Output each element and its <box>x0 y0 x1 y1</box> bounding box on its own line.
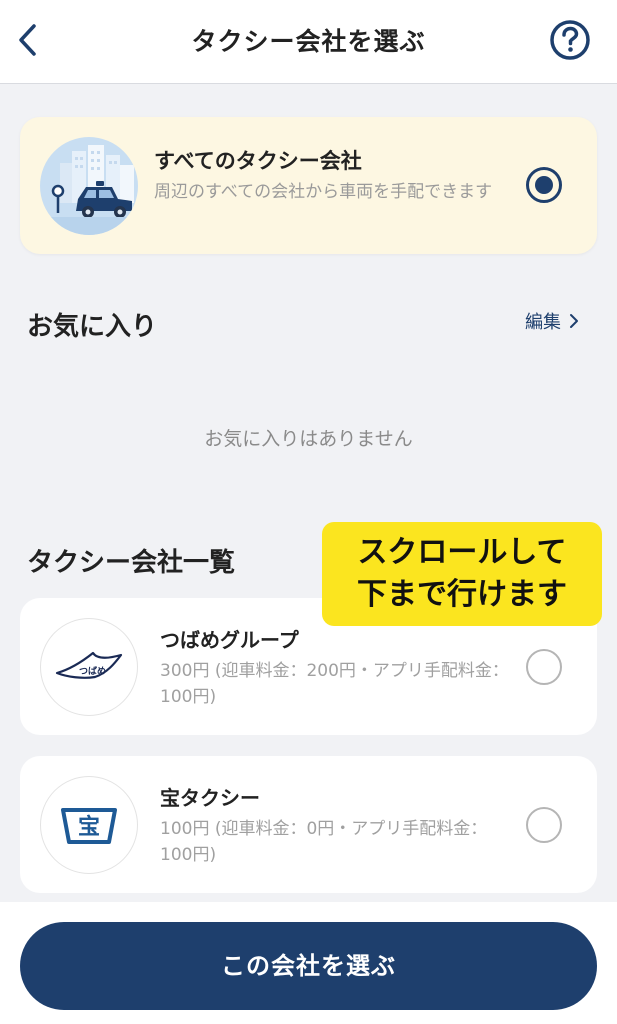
company-name: 宝タクシー <box>160 786 260 810</box>
favorites-section-title: お気に入り <box>27 312 158 342</box>
question-circle-icon <box>550 20 590 60</box>
company-price: 300円 (迎車料金：200円・アプリ手配料金：100円) <box>160 661 509 707</box>
edit-label: 編集 <box>525 312 561 333</box>
edit-favorites-link[interactable]: 編集 <box>525 308 579 334</box>
company-list-title: タクシー会社一覧 <box>27 548 236 578</box>
tsubame-logo-text: つばめ <box>79 665 106 677</box>
company-name: つばめグループ <box>160 628 299 652</box>
all-companies-title: すべてのタクシー会社 <box>154 149 362 173</box>
select-company-button[interactable]: この会社を選ぶ <box>20 922 597 1010</box>
radio-selected-dot <box>535 176 553 194</box>
header-bar: タクシー会社を選ぶ <box>0 0 617 84</box>
takara-logo: 宝 <box>40 776 138 874</box>
scroll-hint-note: スクロールして 下まで行けます <box>322 522 602 626</box>
company-radio[interactable] <box>526 807 562 843</box>
tsubame-logo: つばめ <box>40 618 138 716</box>
all-companies-radio[interactable] <box>526 167 562 203</box>
scroll-hint-line1: スクロールして <box>357 535 567 570</box>
help-button[interactable] <box>548 18 592 62</box>
company-card-takara[interactable]: 宝 宝タクシー 100円 (迎車料金：0円・アプリ手配料金：100円) <box>20 756 597 893</box>
page-title: タクシー会社を選ぶ <box>191 27 426 56</box>
favorites-empty-message: お気に入りはありません <box>204 428 413 450</box>
all-companies-card[interactable]: すべてのタクシー会社 周辺のすべての会社から車両を手配できます <box>20 117 597 254</box>
company-radio[interactable] <box>526 649 562 685</box>
company-price: 100円 (迎車料金：0円・アプリ手配料金：100円) <box>160 819 488 865</box>
all-companies-description: 周辺のすべての会社から車両を手配できます <box>154 182 493 202</box>
taxi-city-illustration <box>40 137 138 235</box>
chevron-right-icon <box>570 314 578 328</box>
takara-logo-text: 宝 <box>78 814 100 840</box>
scroll-hint-line2: 下まで行けます <box>357 577 567 612</box>
